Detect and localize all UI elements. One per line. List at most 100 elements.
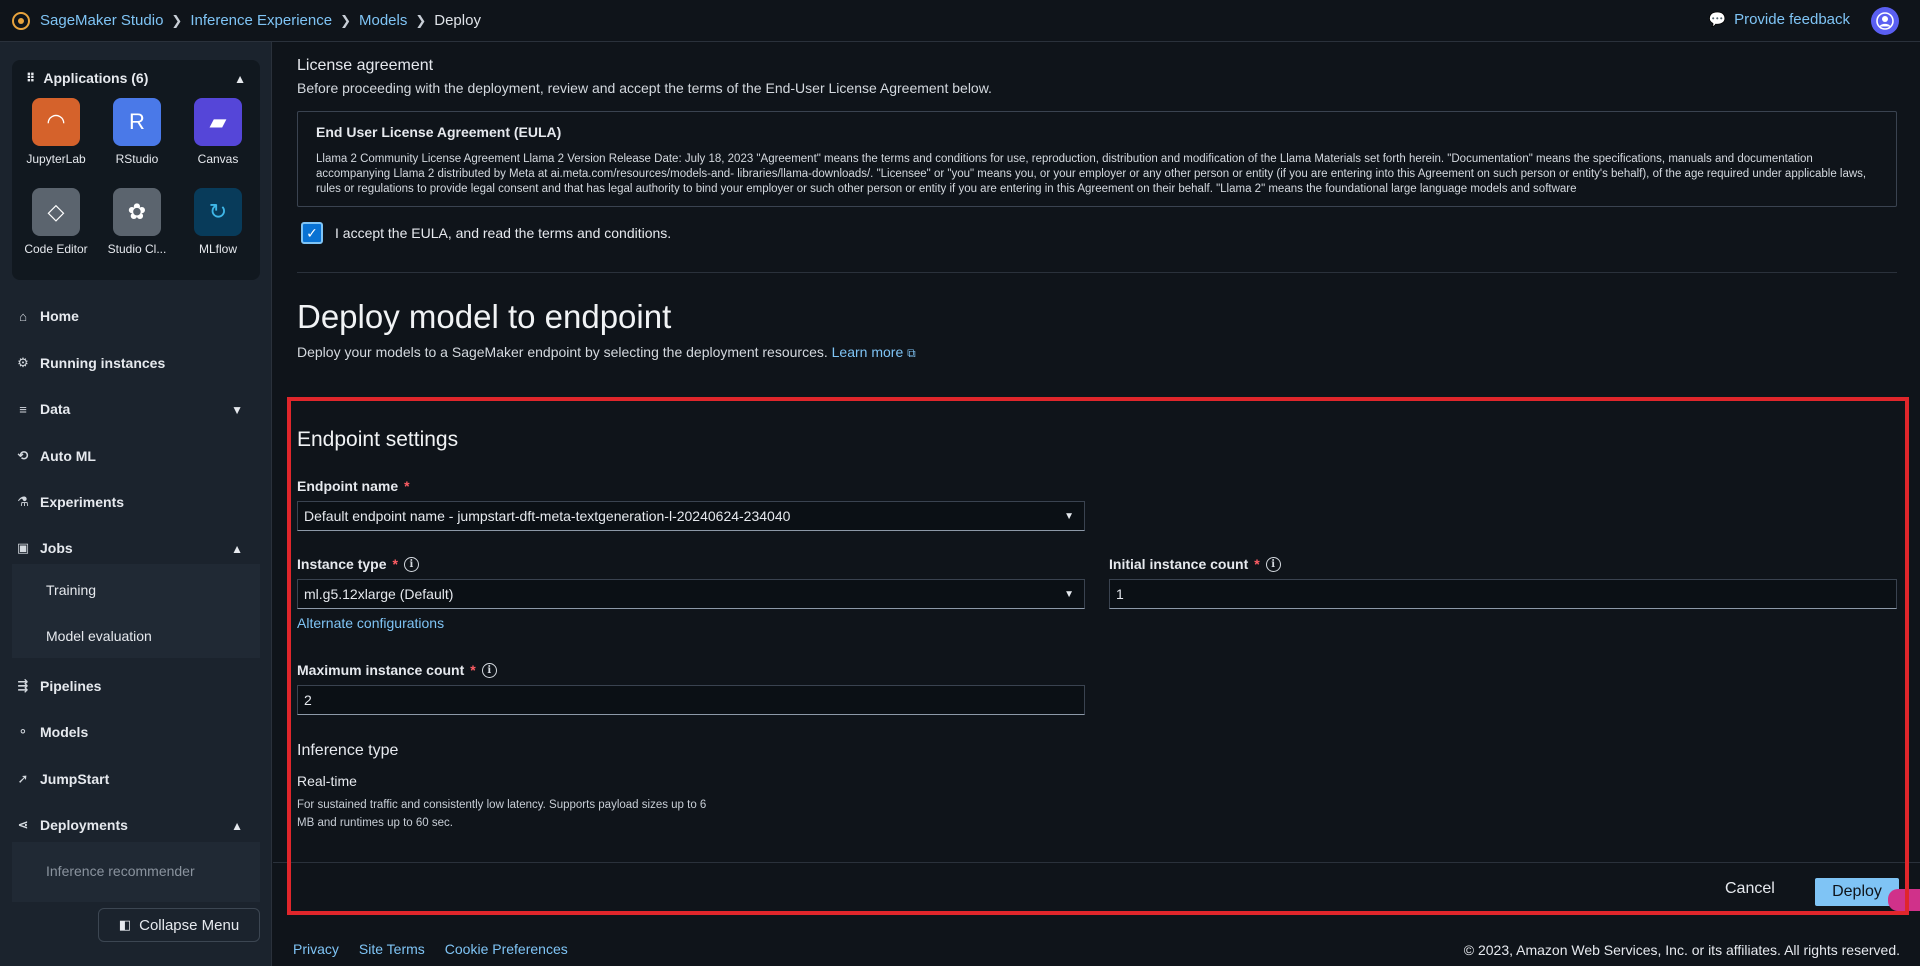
jupyterlab-icon: ◠	[32, 98, 80, 146]
external-link-icon: ⧉	[907, 346, 916, 360]
applications-header[interactable]: ⠿ Applications (6)	[26, 70, 148, 86]
endpoint-name-label-text: Endpoint name	[297, 478, 399, 494]
applications-panel: ⠿ Applications (6) ▲ ◠ JupyterLab R RStu…	[12, 60, 260, 280]
eula-text: Llama 2 Community License Agreement Llam…	[316, 153, 1867, 195]
sagemaker-logo-icon	[12, 11, 30, 30]
realtime-description: For sustained traffic and consistently l…	[297, 799, 707, 829]
app-canvas[interactable]: ▰ Canvas	[178, 98, 258, 166]
maximum-instance-count-input[interactable]: 2	[297, 685, 1085, 715]
caret-down-icon: ▼	[1064, 511, 1074, 522]
cancel-button[interactable]: Cancel	[1725, 880, 1775, 898]
info-icon[interactable]: i	[481, 662, 497, 678]
divider	[273, 862, 1920, 863]
sidebar-item-deployments[interactable]: ⋖ Deployments	[16, 817, 128, 833]
learn-more-link[interactable]: Learn more ⧉	[832, 344, 916, 360]
sidebar-item-jumpstart[interactable]: ➚ JumpStart	[16, 771, 110, 787]
max-count-value: 2	[304, 692, 312, 708]
deploy-button[interactable]: Deploy	[1815, 878, 1899, 906]
share-icon: ⋖	[17, 817, 29, 832]
accept-eula-checkbox[interactable]: ✓	[301, 222, 323, 244]
learn-more-label: Learn more	[831, 344, 904, 360]
instance-type-select[interactable]: ml.g5.12xlarge (Default) ▼	[297, 579, 1085, 609]
avatar[interactable]	[1871, 7, 1899, 35]
sidebar-item-jobs[interactable]: ▣ Jobs	[16, 540, 73, 556]
app-rstudio[interactable]: R RStudio	[97, 98, 177, 166]
sidebar-item-pipelines[interactable]: ⇶ Pipelines	[16, 678, 102, 694]
breadcrumb: SageMaker Studio ❯ Inference Experience …	[12, 11, 481, 30]
instance-type-label: Instance type * i	[297, 556, 419, 572]
app-label: Canvas	[197, 152, 239, 166]
initial-count-value: 1	[1116, 586, 1124, 602]
feedback-icon: 💬	[1708, 11, 1727, 27]
app-label: Code Editor	[24, 242, 88, 256]
alternate-configurations-link[interactable]: Alternate configurations	[297, 615, 444, 631]
license-title: License agreement	[297, 57, 434, 74]
endpoint-settings-title: Endpoint settings	[297, 428, 459, 451]
app-code-editor[interactable]: ◇ Code Editor	[16, 188, 96, 256]
sidebar-item-label: JumpStart	[40, 771, 110, 787]
chevron-right-icon: ❯	[171, 12, 183, 28]
breadcrumb-deploy: Deploy	[434, 12, 481, 29]
app-label: MLflow	[198, 242, 237, 256]
sidebar-item-training[interactable]: Training	[46, 582, 96, 598]
info-icon[interactable]: i	[403, 556, 419, 572]
deploy-subtitle-text: Deploy your models to a SageMaker endpoi…	[297, 344, 828, 360]
applications-title: Applications (6)	[43, 70, 149, 86]
chevron-up-icon[interactable]: ▲	[231, 819, 243, 833]
chevron-down-icon[interactable]: ▼	[231, 403, 243, 417]
sidebar-item-label: Deployments	[40, 817, 128, 833]
deploy-subtitle: Deploy your models to a SageMaker endpoi…	[297, 344, 916, 361]
collapse-menu-button[interactable]: ◧ Collapse Menu	[98, 908, 260, 942]
automl-icon: ⟲	[17, 448, 29, 463]
sidebar-item-auto-ml[interactable]: ⟲ Auto ML	[16, 448, 96, 464]
canvas-icon: ▰	[194, 98, 242, 146]
footer: Privacy Site Terms Cookie Preferences © …	[273, 932, 1920, 966]
app-mlflow[interactable]: ↻ MLflow	[178, 188, 258, 256]
initial-instance-count-input[interactable]: 1	[1109, 579, 1897, 609]
breadcrumb-inference-experience[interactable]: Inference Experience	[190, 12, 332, 29]
sidebar-item-data[interactable]: ≡ Data	[16, 401, 70, 417]
required-mark: *	[1254, 556, 1260, 572]
sidebar-item-label: Running instances	[40, 355, 166, 371]
rstudio-icon: R	[113, 98, 161, 146]
divider	[297, 272, 1897, 273]
app-jupyterlab[interactable]: ◠ JupyterLab	[16, 98, 96, 166]
app-label: RStudio	[115, 152, 159, 166]
sidebar-item-models[interactable]: ⚬ Models	[16, 724, 89, 740]
maximum-instance-count-label: Maximum instance count * i	[297, 662, 497, 678]
assistant-launcher-icon[interactable]	[1888, 889, 1920, 911]
flask-icon: ⚗	[17, 494, 29, 509]
top-bar: SageMaker Studio ❯ Inference Experience …	[0, 0, 1920, 42]
sidebar-item-running-instances[interactable]: ⚙ Running instances	[16, 355, 165, 371]
sidebar-item-inference-recommender[interactable]: Inference recommender	[46, 863, 195, 879]
realtime-title: Real-time	[297, 773, 357, 789]
sidebar-item-label: Home	[40, 308, 79, 324]
sidebar-item-model-evaluation[interactable]: Model evaluation	[46, 628, 152, 644]
sidebar-item-label: Jobs	[40, 540, 73, 556]
required-mark: *	[404, 478, 410, 494]
info-icon[interactable]: i	[1265, 556, 1281, 572]
collapse-icon: ◧	[118, 917, 132, 932]
sidebar-item-label: Data	[40, 401, 71, 417]
chevron-up-icon[interactable]: ▲	[234, 72, 246, 86]
studio-classic-icon: ✿	[113, 188, 161, 236]
privacy-link[interactable]: Privacy	[293, 941, 339, 957]
initial-instance-count-label: Initial instance count * i	[1109, 556, 1281, 572]
sidebar: ⠿ Applications (6) ▲ ◠ JupyterLab R RStu…	[0, 42, 272, 966]
breadcrumb-sagemaker-studio[interactable]: SageMaker Studio	[40, 12, 163, 29]
sidebar-item-home[interactable]: ⌂ Home	[16, 308, 79, 324]
eula-box[interactable]: End User License Agreement (EULA) Llama …	[297, 111, 1897, 207]
sidebar-item-experiments[interactable]: ⚗ Experiments	[16, 494, 124, 510]
chevron-up-icon[interactable]: ▲	[231, 542, 243, 556]
breadcrumb-models[interactable]: Models	[359, 12, 407, 29]
provide-feedback-button[interactable]: 💬 Provide feedback	[1709, 11, 1850, 28]
endpoint-name-select[interactable]: Default endpoint name - jumpstart-dft-me…	[297, 501, 1085, 531]
app-studio-classic[interactable]: ✿ Studio Cl...	[97, 188, 177, 256]
cookie-preferences-link[interactable]: Cookie Preferences	[445, 941, 568, 957]
gear-icon: ⚙	[17, 355, 29, 370]
collapse-label: Collapse Menu	[139, 916, 240, 934]
rocket-icon: ➚	[17, 771, 29, 786]
inference-type-title: Inference type	[297, 742, 399, 759]
site-terms-link[interactable]: Site Terms	[359, 941, 425, 957]
database-icon: ≡	[19, 401, 27, 417]
